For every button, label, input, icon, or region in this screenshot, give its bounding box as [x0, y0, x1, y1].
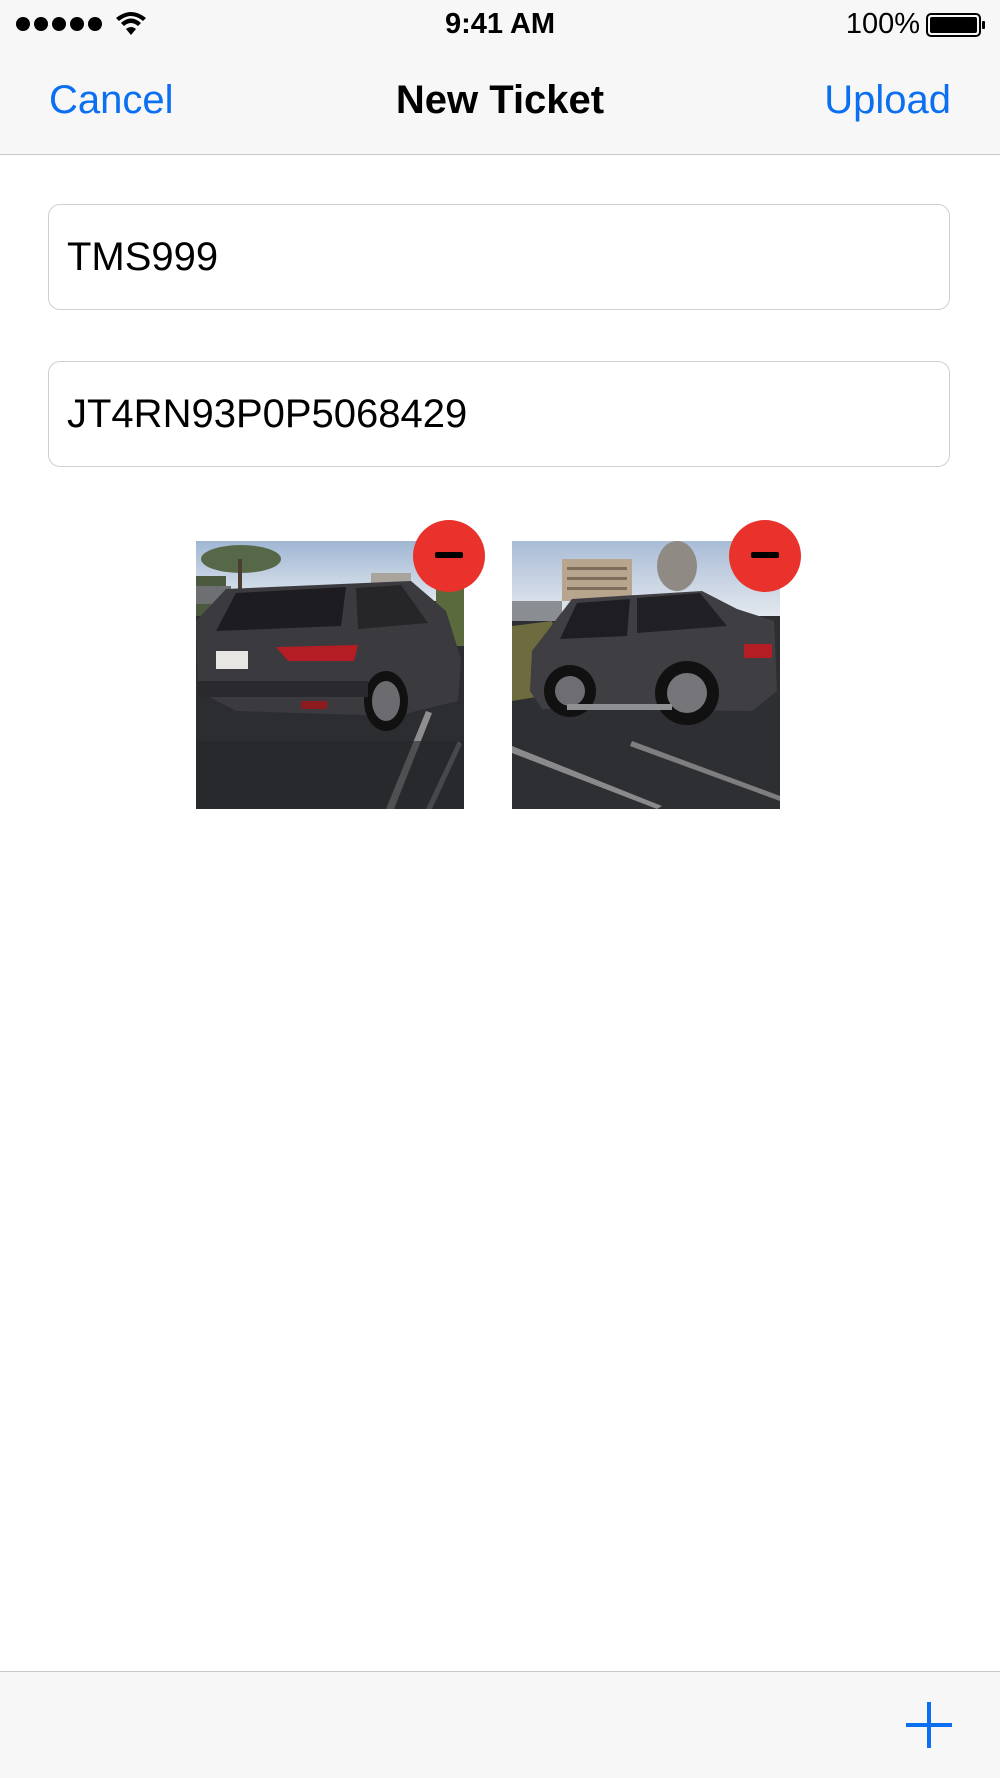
- ticket-id-field[interactable]: [48, 204, 950, 310]
- upload-button[interactable]: Upload: [824, 78, 951, 123]
- status-bar: 9:41 AM 100%: [0, 0, 1000, 50]
- minus-icon: [435, 552, 463, 558]
- remove-photo-1-button[interactable]: [413, 520, 485, 592]
- cancel-button[interactable]: Cancel: [49, 78, 174, 123]
- battery-percent: 100%: [845, 8, 920, 40]
- new-ticket-screen: 9:41 AM 100% Cancel New Ticket Upload: [0, 0, 1000, 1778]
- battery-icon: [926, 13, 985, 37]
- navigation-bar: Cancel New Ticket Upload: [0, 50, 1000, 155]
- bottom-toolbar: [0, 1671, 1000, 1778]
- plus-icon[interactable]: [906, 1702, 952, 1748]
- remove-photo-2-button[interactable]: [729, 520, 801, 592]
- vin-field[interactable]: [48, 361, 950, 467]
- minus-icon: [751, 552, 779, 558]
